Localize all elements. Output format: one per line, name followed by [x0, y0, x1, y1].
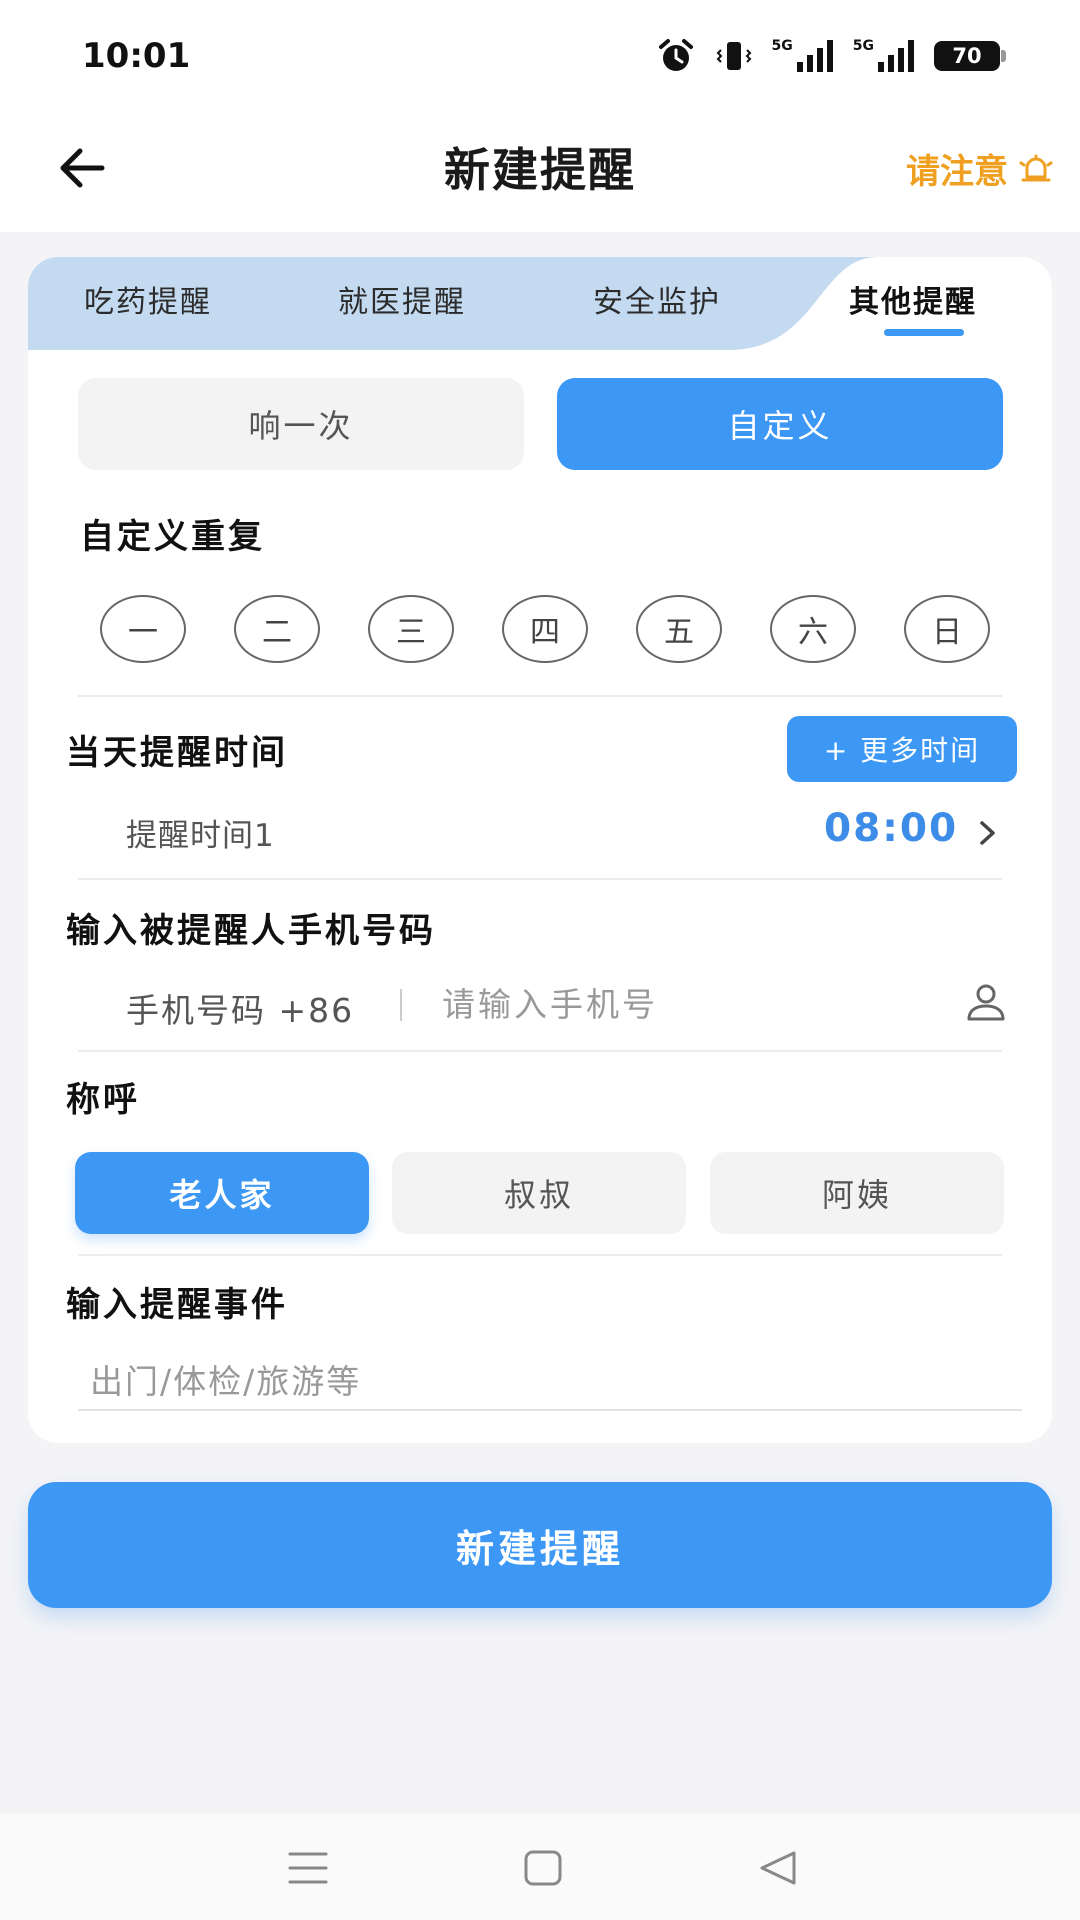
- tab-safety-monitor[interactable]: 安全监护: [593, 277, 721, 321]
- phone-separator: [400, 989, 402, 1021]
- vibrate-icon: [714, 36, 754, 76]
- address-option-aunt[interactable]: 阿姨: [710, 1152, 1004, 1234]
- divider: [78, 878, 1002, 880]
- custom-repeat-title: 自定义重复: [80, 517, 265, 557]
- bell-icon: [1019, 154, 1053, 181]
- status-icons: 5G 5G 70: [656, 36, 1006, 76]
- home-icon[interactable]: [522, 1848, 566, 1888]
- day-sat[interactable]: 六: [770, 595, 856, 663]
- weekday-selector: 一 二 三 四 五 六 日: [100, 595, 990, 663]
- network-type-label: 5G: [771, 38, 793, 54]
- tab-medicine[interactable]: 吃药提醒: [84, 277, 212, 321]
- active-tab-indicator: [884, 329, 964, 336]
- reminder-time-label: 提醒时间1: [126, 818, 275, 854]
- reminder-form-card: 吃药提醒 就医提醒 安全监护 其他提醒 响一次 自定义 自定义重复 一 二 三 …: [28, 257, 1052, 1443]
- phone-input[interactable]: [442, 979, 942, 1029]
- event-title: 输入提醒事件: [66, 1285, 288, 1325]
- repeat-custom-button[interactable]: 自定义: [557, 378, 1003, 470]
- attention-button[interactable]: 请注意: [906, 144, 1056, 193]
- attention-label: 请注意: [906, 152, 1008, 192]
- signal-icon: 5G: [772, 38, 835, 74]
- day-tue[interactable]: 二: [234, 595, 320, 663]
- status-bar: 10:01 5G 5G 70: [0, 0, 1080, 110]
- divider: [78, 1050, 1002, 1052]
- alarm-icon: [656, 36, 696, 76]
- divider: [78, 695, 1002, 697]
- day-wed[interactable]: 三: [368, 595, 454, 663]
- battery-icon: 70: [934, 41, 1006, 71]
- system-nav-bar: [0, 1814, 1080, 1920]
- signal-icon: 5G: [853, 38, 916, 74]
- event-input[interactable]: [78, 1353, 1022, 1411]
- add-more-time-button[interactable]: + 更多时间: [787, 716, 1017, 782]
- menu-icon[interactable]: [286, 1848, 330, 1888]
- address-option-uncle[interactable]: 叔叔: [392, 1152, 686, 1234]
- back-nav-icon[interactable]: [756, 1848, 800, 1888]
- contact-icon[interactable]: [964, 981, 1008, 1025]
- repeat-once-button[interactable]: 响一次: [78, 378, 524, 470]
- app-header: 新建提醒 请注意: [0, 110, 1080, 232]
- status-time: 10:01: [82, 36, 191, 76]
- day-sun[interactable]: 日: [904, 595, 990, 663]
- create-reminder-button[interactable]: 新建提醒: [28, 1482, 1052, 1608]
- day-mon[interactable]: 一: [100, 595, 186, 663]
- day-fri[interactable]: 五: [636, 595, 722, 663]
- phone-title: 输入被提醒人手机号码: [66, 911, 436, 951]
- chevron-right-icon[interactable]: [976, 817, 1000, 849]
- divider: [78, 1254, 1002, 1256]
- address-title: 称呼: [66, 1080, 140, 1120]
- reminder-time-value[interactable]: 08:00: [824, 806, 958, 851]
- phone-prefix: 手机号码 +86: [126, 991, 355, 1030]
- tab-medical-visit[interactable]: 就医提醒: [338, 277, 466, 321]
- tab-other[interactable]: 其他提醒: [849, 277, 977, 321]
- reminder-type-tabs: 吃药提醒 就医提醒 安全监护 其他提醒: [28, 257, 1052, 350]
- reminder-time-title: 当天提醒时间: [66, 733, 288, 773]
- day-thu[interactable]: 四: [502, 595, 588, 663]
- network-type-label: 5G: [852, 38, 874, 54]
- address-option-elder[interactable]: 老人家: [75, 1152, 369, 1234]
